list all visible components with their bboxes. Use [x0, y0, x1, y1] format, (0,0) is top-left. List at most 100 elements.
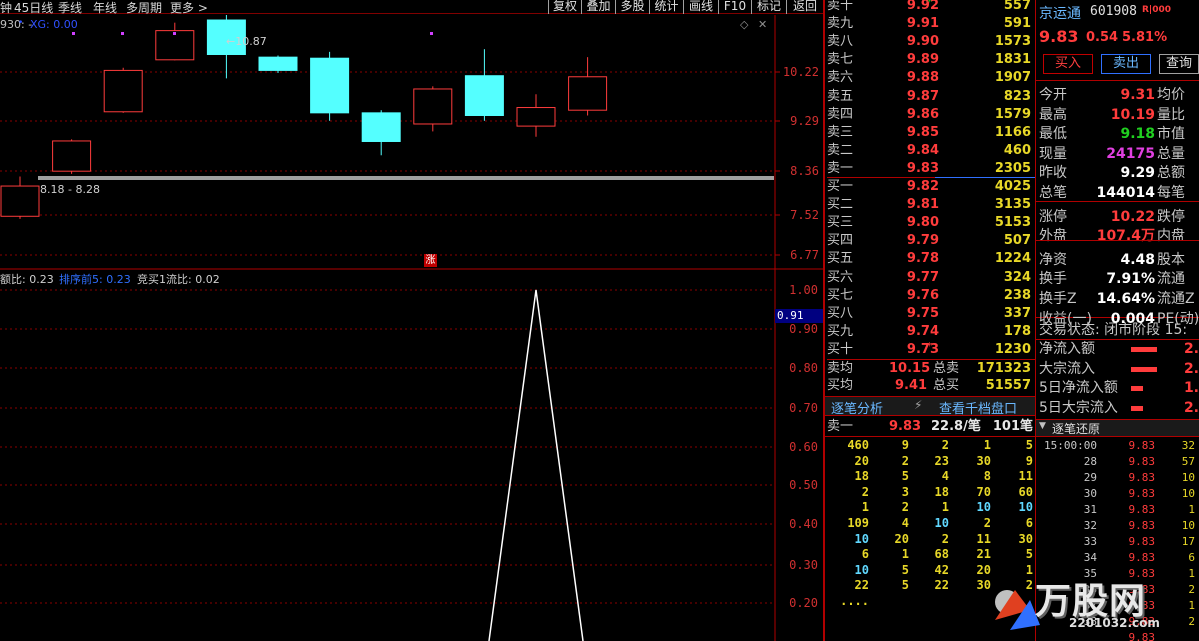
buy-level-row[interactable]: 买六 9.77 324	[827, 269, 1035, 287]
level-label: 买七	[827, 287, 854, 303]
candle	[516, 94, 556, 137]
buy-average-row: 买均 9.41 总买 51557	[827, 377, 1035, 395]
level-volume: 1831	[994, 52, 1031, 68]
replay-row: 29 9.83 10	[1036, 470, 1199, 486]
indicator-label: 930: -	[0, 18, 33, 31]
sub-scale-label: 0.80	[789, 361, 818, 375]
buy-level-row[interactable]: 买十 9.73 * 1230	[827, 341, 1035, 359]
stat-row: 收益(一) 0.004 PE(动)	[1039, 310, 1199, 329]
collapse-icon[interactable]: ▼	[1039, 421, 1046, 431]
level-label: 卖九	[827, 16, 854, 32]
sell-level-row[interactable]: 卖二 9.84 460	[827, 142, 1035, 160]
mark-button[interactable]: 标记	[751, 0, 786, 14]
tick-cell: 18	[934, 484, 949, 499]
adjust-button[interactable]: 复权	[548, 0, 581, 14]
overlay-button[interactable]: 叠加	[581, 0, 615, 14]
sell-level-row[interactable]: 卖三 9.85 1166	[827, 124, 1035, 142]
sell-button[interactable]: 卖出	[1101, 54, 1151, 74]
multi-stock-button[interactable]: 多股	[615, 0, 649, 14]
replay-row: 28 9.83 57	[1036, 454, 1199, 470]
replay-price: 9.83	[1128, 567, 1156, 580]
level-label: 买六	[827, 269, 854, 285]
tab-45day[interactable]: 45日线	[14, 0, 53, 16]
level-volume: 3135	[994, 197, 1031, 213]
replay-header[interactable]: ▼ 逐笔还原	[1036, 419, 1199, 437]
back-button[interactable]: 返回	[786, 0, 823, 14]
stat-row: 最高 10.19 量比	[1039, 106, 1199, 125]
replay-time: 28	[1083, 455, 1097, 468]
info-divider	[1036, 201, 1199, 202]
sell-level-row[interactable]: 卖六 9.88 1907	[827, 69, 1035, 87]
sell-level-row[interactable]: 卖一 9.83 2305	[827, 160, 1035, 178]
stat-label-secondary: PE(动)	[1157, 310, 1199, 327]
buy-level-row[interactable]: 买三 9.80 5153	[827, 214, 1035, 232]
replay-volume: 1	[1188, 567, 1195, 580]
level-volume: 1907	[994, 70, 1031, 86]
tab-depth[interactable]: 查看千档盘口	[939, 398, 1017, 417]
tab-minute[interactable]: 钟	[0, 0, 12, 16]
chart-close-icon[interactable]: ✕	[758, 18, 767, 31]
subchart-line	[488, 289, 584, 641]
tick-cell: 2	[1025, 578, 1033, 593]
buy-level-row[interactable]: 买一 9.82 4025	[827, 178, 1035, 196]
buy-level-row[interactable]: 买五 9.78 1224	[827, 250, 1035, 268]
stat-value: 14.64%	[1096, 291, 1155, 307]
subchart-label-top5: 排序前5: 0.23	[59, 273, 131, 286]
signal-dot	[173, 32, 176, 35]
tab-tick-analysis[interactable]: 逐笔分析	[831, 398, 883, 417]
level-price: 9.88	[906, 70, 939, 86]
tick-cell: 20	[894, 531, 909, 546]
current-value-tag: 0.91	[775, 309, 823, 323]
replay-price: 9.83	[1128, 615, 1156, 628]
buy-level-row[interactable]: 买八 9.75 337	[827, 305, 1035, 323]
replay-time: 38	[1083, 615, 1097, 628]
buy-level-row[interactable]: 买二 9.81 3135	[827, 196, 1035, 214]
tab-year[interactable]: 年线	[93, 0, 117, 16]
sell-level-row[interactable]: 卖八 9.90 1573	[827, 33, 1035, 51]
tick-cell: 22	[934, 578, 949, 593]
tab-multi-period[interactable]: 多周期	[126, 0, 162, 16]
replay-time: 35	[1083, 567, 1097, 580]
replay-price: 9.83	[1128, 551, 1156, 564]
tab-quarter[interactable]: 季线	[58, 0, 82, 16]
sell-level-row[interactable]: 卖四 9.86 1579	[827, 106, 1035, 124]
candle-body	[0, 185, 40, 217]
sell-level-row[interactable]: 卖五 9.87 823	[827, 88, 1035, 106]
stats-button[interactable]: 统计	[649, 0, 683, 14]
chart-toolbar: 钟 45日线 季线 年线 多周期 更多 > 复权 叠加 多股 统计 画线 F10…	[0, 0, 823, 16]
tab-more[interactable]: 更多 >	[170, 0, 208, 16]
flow-row: 大宗流入 2.	[1039, 360, 1199, 379]
flow-bar	[1131, 405, 1143, 411]
query-button[interactable]: 查询	[1159, 54, 1199, 74]
draw-line-button[interactable]: 画线	[683, 0, 718, 14]
tick-cell: 109	[847, 516, 869, 530]
tick-cell: 460	[847, 438, 869, 452]
buy-level-row[interactable]: 买四 9.79 507	[827, 232, 1035, 250]
tick-cell: 11	[976, 531, 991, 546]
marker-dot: •	[18, 18, 24, 28]
tick-cell: 9	[1025, 453, 1033, 468]
f10-button[interactable]: F10	[718, 0, 751, 14]
buy-level-row[interactable]: 买七 9.76 238	[827, 287, 1035, 305]
level-volume: 1573	[994, 34, 1031, 50]
tick-cell: 20	[854, 453, 869, 468]
level-volume: 178	[1003, 323, 1031, 339]
kline-chart-area[interactable]: 930: - XG: 0.00 • ←10.87 8.18 - 8.28 ◇ ✕…	[0, 15, 823, 641]
tick-cell: 18	[854, 469, 869, 484]
total-sell-value: 171323	[976, 361, 1031, 376]
sell1-summary-row: 卖一 9.83 22.8/笔 101笔	[827, 418, 1035, 436]
buy-button[interactable]: 买入	[1043, 54, 1093, 74]
level-volume: 557	[1003, 0, 1031, 13]
sell-level-row[interactable]: 卖九 9.91 591	[827, 15, 1035, 33]
rise-badge[interactable]: 涨	[424, 254, 437, 267]
tick-cell: 2	[941, 531, 949, 546]
level-mark: *	[927, 0, 932, 8]
sell-level-row[interactable]: 卖七 9.89 1831	[827, 51, 1035, 69]
level-label: 卖三	[827, 124, 854, 140]
stat-label-secondary: 总额	[1157, 165, 1185, 182]
flow-label: 5日大宗流入	[1039, 399, 1118, 416]
sell-level-row[interactable]: 卖十 9.92 * 557	[827, 0, 1035, 15]
chart-settings-icon[interactable]: ◇	[740, 18, 748, 31]
stat-value: 4.48	[1120, 251, 1155, 268]
replay-volume: 2	[1188, 583, 1195, 596]
